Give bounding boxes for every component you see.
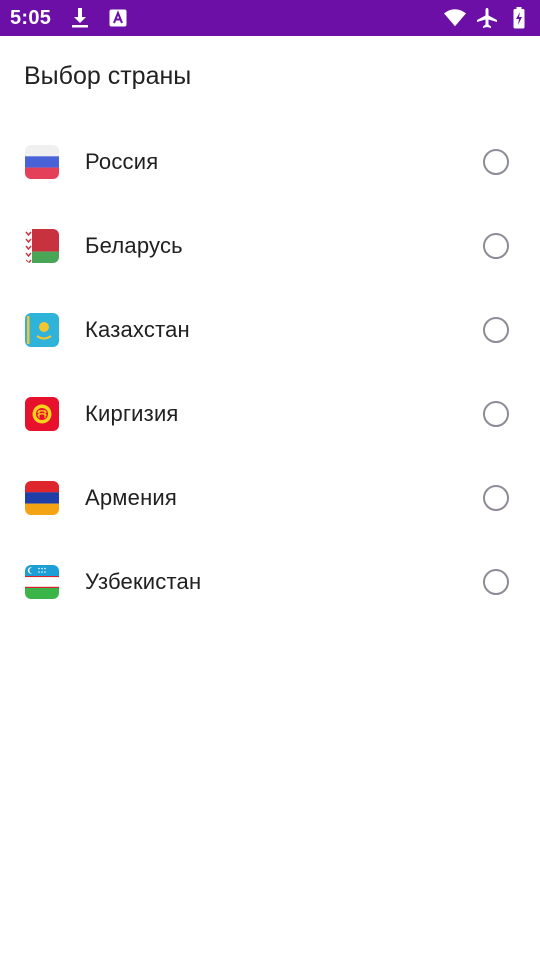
belarus-flag-icon [25,229,59,263]
country-row-russia[interactable]: Россия [0,120,540,204]
country-label: Армения [85,485,178,510]
airplane-icon [476,7,498,29]
radio-button[interactable] [483,233,509,259]
country-row-kyrgyzstan[interactable]: Киргизия [0,372,540,456]
country-label: Киргизия [85,401,179,426]
country-row-kazakhstan[interactable]: Казахстан [0,288,540,372]
app-a-icon [107,7,129,29]
country-label: Узбекистан [85,569,202,594]
radio-button[interactable] [483,149,509,175]
kyrgyzstan-flag-icon [25,397,59,431]
country-row-uzbekistan[interactable]: Узбекистан [0,540,540,624]
status-bar: 5:05 [0,0,540,36]
country-list: Россия Беларусь Казахстан Киргизия Армен… [0,120,540,624]
country-row-armenia[interactable]: Армения [0,456,540,540]
armenia-flag-icon [25,481,59,515]
kazakhstan-flag-icon [25,313,59,347]
uzbekistan-flag-icon [25,565,59,599]
wifi-icon [444,7,466,29]
russia-flag-icon [25,145,59,179]
radio-button[interactable] [483,485,509,511]
country-label: Казахстан [85,317,190,342]
country-row-belarus[interactable]: Беларусь [0,204,540,288]
radio-button[interactable] [483,317,509,343]
battery-charging-icon [508,7,530,29]
status-time: 5:05 [10,6,52,29]
country-label: Беларусь [85,233,183,258]
radio-button[interactable] [483,569,509,595]
radio-button[interactable] [483,401,509,427]
page-title: Выбор страны [24,62,192,90]
country-label: Россия [85,149,159,174]
download-icon [69,7,91,29]
